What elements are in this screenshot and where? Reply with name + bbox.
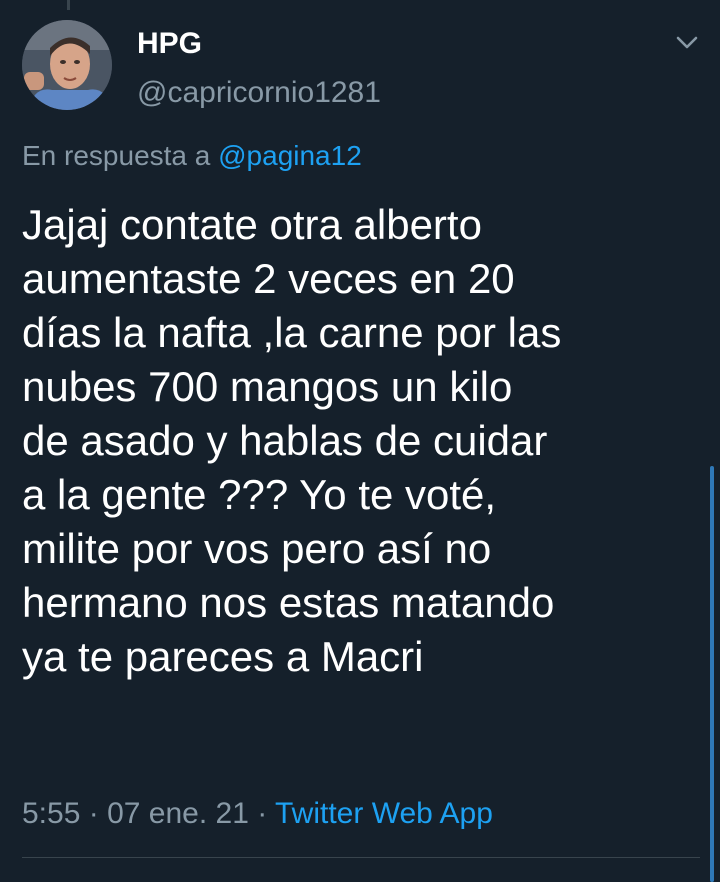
chevron-down-icon <box>676 36 698 49</box>
avatar[interactable] <box>22 20 112 110</box>
tweet-time[interactable]: 5:55 <box>22 797 80 830</box>
thread-connector-line <box>67 0 70 10</box>
reply-prefix: En respuesta a <box>22 140 211 171</box>
meta-separator: · <box>257 797 268 830</box>
tweet-text: Jajaj contate otra alberto aumentaste 2 … <box>22 201 562 680</box>
user-avatar-icon <box>22 20 112 110</box>
meta-separator: · <box>88 797 99 830</box>
tweet-source-link[interactable]: Twitter Web App <box>275 797 493 830</box>
tweet-metadata: 5:55 · 07 ene. 21 · Twitter Web App <box>22 796 493 832</box>
tweet-menu-button[interactable] <box>672 28 702 58</box>
reply-context: En respuesta a @pagina12 <box>22 138 362 174</box>
author-display-name[interactable]: HPG <box>137 26 202 62</box>
tweet-date[interactable]: 07 ene. 21 <box>107 797 249 830</box>
author-handle[interactable]: @capricornio1281 <box>137 75 381 111</box>
divider <box>22 857 700 858</box>
reply-mention-link[interactable]: @pagina12 <box>218 140 362 171</box>
scrollbar[interactable] <box>710 466 714 882</box>
